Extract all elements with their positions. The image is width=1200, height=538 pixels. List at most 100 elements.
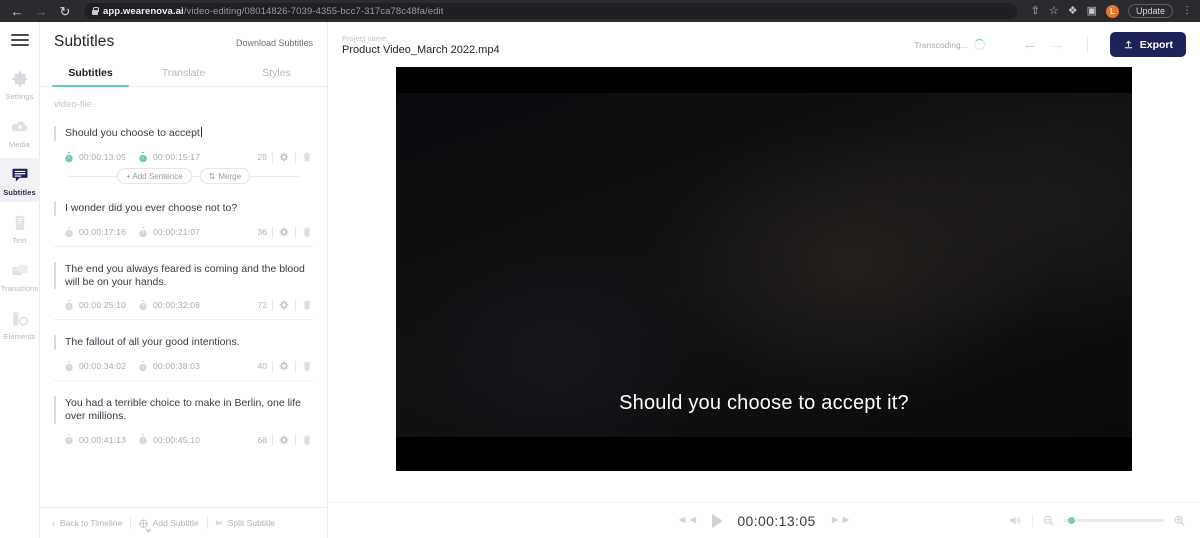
subtitle-text-input[interactable]: I wonder did you ever choose not to?	[65, 201, 237, 215]
download-subtitles-link[interactable]: Download Subtitles	[236, 38, 313, 48]
player-controls: ◄◄ 00:00:13:05 ►►	[328, 502, 1200, 538]
subtitle-text-input[interactable]: Should you choose to accept	[65, 126, 202, 140]
divider	[1086, 36, 1088, 53]
gear-icon[interactable]	[278, 299, 290, 311]
subtitle-item[interactable]: The end you always feared is coming and …	[40, 252, 327, 325]
elements-icon	[12, 312, 28, 326]
subtitle-start-time[interactable]: 00:00:13:05	[79, 152, 133, 162]
subtitle-start-time[interactable]: 00:00:25:10	[79, 300, 133, 310]
kebab-menu-icon[interactable]: ⋮	[1182, 6, 1192, 16]
subtitle-end-time[interactable]: 00:00:32:08	[153, 300, 207, 310]
rail-label: Settings	[5, 92, 34, 101]
trash-icon[interactable]	[301, 299, 313, 311]
side-panel-icon[interactable]: ▣	[1087, 5, 1097, 17]
rail-item-elements[interactable]: Elements	[0, 302, 40, 346]
subtitle-end-time[interactable]: 00:00:45:10	[153, 435, 207, 445]
subtitle-item[interactable]: The fallout of all your good intentions.…	[40, 325, 327, 386]
divider	[272, 434, 273, 445]
stopwatch-icon	[65, 226, 73, 237]
star-icon[interactable]: ☆	[1049, 5, 1059, 17]
subtitle-start-time[interactable]: 00:00:17:16	[79, 227, 133, 237]
volume-icon[interactable]	[1008, 514, 1023, 527]
split-subtitle-button[interactable]: ✄ Split Subtitle	[216, 518, 275, 529]
rail-item-settings[interactable]: Settings	[0, 62, 40, 106]
trash-icon[interactable]	[301, 434, 313, 446]
trash-icon[interactable]	[301, 151, 313, 163]
url-host: app.wearenova.ai	[103, 5, 184, 17]
fast-forward-icon[interactable]: ►►	[830, 515, 852, 526]
subtitle-end-time[interactable]: 00:00:38:03	[153, 361, 207, 371]
project-name-value[interactable]: Product Video_March 2022.mp4	[342, 44, 500, 56]
export-label: Export	[1139, 38, 1173, 51]
gear-icon[interactable]	[278, 434, 290, 446]
subtitle-item[interactable]: You had a terrible choice to make in Ber…	[40, 386, 327, 452]
panel-footer: ‹ Back to Timeline ⨁ Add Subtitle ✄ Spli…	[40, 507, 327, 538]
gear-icon[interactable]	[278, 226, 290, 238]
zoom-in-icon[interactable]	[1173, 514, 1186, 527]
browser-reload-icon[interactable]: ↻	[56, 2, 74, 20]
rail-item-text[interactable]: Text	[0, 206, 40, 250]
merge-button[interactable]: ⇅ Merge	[199, 168, 251, 184]
subtitle-start-time[interactable]: 00:00:34:02	[79, 361, 133, 371]
character-count: 40	[257, 361, 267, 372]
update-button[interactable]: Update	[1127, 4, 1173, 18]
undo-arrow-icon[interactable]: ←	[1023, 37, 1038, 52]
transitions-icon	[12, 264, 27, 276]
subtitle-text-input[interactable]: The fallout of all your good intentions.	[65, 335, 240, 349]
export-button[interactable]: Export	[1109, 32, 1186, 57]
redo-arrow-icon[interactable]: →	[1050, 37, 1065, 52]
zoom-slider[interactable]	[1064, 517, 1165, 524]
subtitle-text-input[interactable]: You had a terrible choice to make in Ber…	[65, 396, 313, 423]
split-subtitle-label: Split Subtitle	[227, 518, 275, 528]
active-accent-bar	[54, 126, 56, 141]
gear-icon[interactable]	[278, 360, 290, 372]
address-bar[interactable]: app.wearenova.ai/video-editing/08014826-…	[84, 3, 1017, 19]
tab-translate[interactable]: Translate	[137, 60, 230, 86]
rail-item-media[interactable]: Media	[0, 110, 40, 154]
play-icon[interactable]	[712, 513, 724, 528]
zoom-slider-handle[interactable]	[1068, 517, 1076, 524]
subtitle-item[interactable]: Should you choose to accept 00:00:13:05	[40, 116, 327, 191]
subtitle-text-input[interactable]: The end you always feared is coming and …	[65, 262, 313, 289]
browser-back-icon[interactable]: ←	[8, 2, 26, 20]
tab-subtitles[interactable]: Subtitles	[44, 60, 137, 87]
main-area: Project name Product Video_March 2022.mp…	[328, 22, 1200, 538]
divider	[295, 434, 296, 445]
add-subtitle-label: Add Subtitle	[152, 518, 199, 528]
accent-bar	[54, 262, 56, 290]
subtitle-end-time[interactable]: 00:00:15:17	[153, 152, 207, 162]
add-sentence-button[interactable]: + Add Sentence	[116, 168, 192, 184]
video-preview[interactable]: Should you choose to accept it?	[396, 67, 1132, 471]
rewind-icon[interactable]: ◄◄	[677, 515, 699, 526]
subtitle-actions: + Add Sentence ⇅ Merge	[68, 168, 299, 184]
subtitle-start-time[interactable]: 00:00:41:13	[79, 435, 133, 445]
top-bar: Project name Product Video_March 2022.mp…	[328, 22, 1200, 67]
divider	[206, 517, 208, 529]
app-root: Settings Media Subtitles Text Transition…	[0, 22, 1200, 538]
tab-styles[interactable]: Styles	[230, 60, 323, 86]
rail-item-transitions[interactable]: Transitions	[0, 254, 40, 298]
trash-icon[interactable]	[301, 226, 313, 238]
playback-controls: ◄◄ 00:00:13:05 ►►	[677, 513, 852, 529]
subtitle-end-time[interactable]: 00:00:21:07	[153, 227, 207, 237]
browser-forward-icon[interactable]: →	[32, 2, 50, 20]
avatar[interactable]: L	[1105, 4, 1119, 18]
letterbox-bottom	[396, 437, 1132, 471]
zoom-out-icon[interactable]	[1042, 514, 1055, 527]
hamburger-icon[interactable]	[10, 34, 29, 46]
stopwatch-icon	[139, 226, 147, 237]
back-to-timeline-button[interactable]: ‹ Back to Timeline	[52, 518, 122, 528]
chevron-down-icon[interactable]: ⌄	[143, 521, 154, 534]
subtitle-text-row: The end you always feared is coming and …	[54, 259, 313, 293]
list-divider	[54, 319, 313, 321]
subtitle-item[interactable]: I wonder did you ever choose not to? 00:…	[40, 191, 327, 252]
address-bar-url: app.wearenova.ai/video-editing/08014826-…	[103, 6, 443, 17]
subtitle-meta-row: 00:00:17:16 00:00:21:07 36	[54, 220, 313, 240]
gear-icon[interactable]	[278, 151, 290, 163]
stopwatch-icon	[65, 299, 73, 311]
subtitle-meta-row: 00:00:25:10 00:00:32:08 72	[54, 293, 313, 313]
puzzle-icon[interactable]: ❖	[1068, 5, 1078, 17]
rail-item-subtitles[interactable]: Subtitles	[0, 158, 40, 202]
share-icon[interactable]: ⇧	[1031, 5, 1040, 17]
trash-icon[interactable]	[301, 360, 313, 372]
